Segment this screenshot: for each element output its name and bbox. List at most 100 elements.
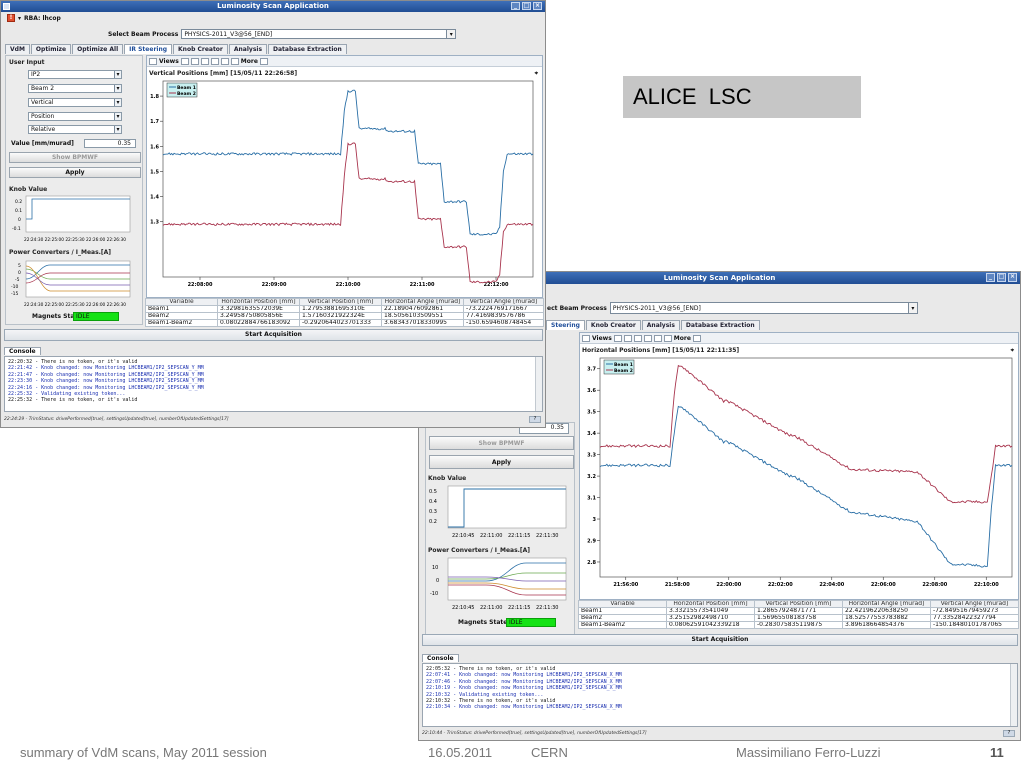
- x-tick-label: 22:09:00: [262, 282, 287, 288]
- pc-xtick: 22:11:15: [508, 605, 530, 611]
- list-icon[interactable]: [230, 57, 239, 65]
- window-titlebar[interactable]: Luminosity Scan Application _ □ ×: [1, 1, 545, 12]
- plane-select[interactable]: Vertical ▾: [28, 98, 122, 107]
- apply-button[interactable]: Apply: [9, 167, 141, 178]
- tab-knob-creator[interactable]: Knob Creator: [173, 44, 228, 54]
- table-cell: 0.08062591042339218: [666, 621, 755, 629]
- reference-value: Relative: [31, 126, 56, 133]
- views-button[interactable]: Views: [159, 58, 179, 65]
- tab-knob-creator[interactable]: Knob Creator: [585, 320, 641, 330]
- table-row: Beam1-Beam2 0.08022884766183092 -0.29206…: [145, 319, 544, 327]
- tab-database-extraction[interactable]: Database Extraction: [680, 320, 760, 330]
- apply-button[interactable]: Apply: [429, 455, 574, 469]
- status-bar: 22:24:29 - TrimStatus: drivePerformed[tr…: [4, 417, 229, 422]
- y-tick-label: 3: [593, 517, 597, 523]
- scroll-arrow-icon[interactable]: ?: [529, 416, 541, 423]
- grid-icon[interactable]: [613, 334, 622, 342]
- horizontal-position-chart: 2.8 2.9 3 3.1 3.2 3.3 3.4 3.5 3.6 3.7 21:56:00 21:5…: [587, 357, 1013, 588]
- layout-icon[interactable]: [210, 57, 219, 65]
- console-log[interactable]: 22:20:32 - There is no token, or it's va…: [4, 356, 543, 412]
- chevron-down-icon: ▾: [907, 303, 917, 313]
- views-button[interactable]: Views: [592, 335, 612, 342]
- table-header: Vertical Angle [murad]: [463, 298, 544, 306]
- console-tab[interactable]: Console: [422, 654, 459, 662]
- minimize-icon[interactable]: _: [986, 273, 995, 282]
- tab-optimize[interactable]: Optimize: [30, 44, 72, 54]
- close-icon[interactable]: ×: [533, 2, 542, 10]
- table-row: Beam2 3.24958750805856E 1.57160321922324…: [145, 312, 544, 320]
- vertical-position-plot-panel: Views More Vertical Positions [mm] [15/0…: [146, 55, 543, 298]
- pc-ytick: -10: [430, 591, 438, 597]
- show-bpmwf-button[interactable]: Show BPMWF: [429, 436, 574, 450]
- x-tick-label: 22:12:00: [484, 282, 509, 288]
- layout-icon[interactable]: [190, 57, 199, 65]
- layout-icon[interactable]: [623, 334, 632, 342]
- pin-icon[interactable]: ⌖: [535, 70, 538, 78]
- tab-steering[interactable]: Steering: [546, 320, 585, 330]
- ip-select[interactable]: IP2 ▾: [28, 70, 122, 79]
- tab-analysis[interactable]: Analysis: [228, 44, 268, 54]
- beam-process-select[interactable]: PHYSICS-2011_V3@56_[END] ▾: [181, 29, 457, 39]
- footer-org: CERN: [531, 745, 568, 760]
- chevron-down-icon: ▾: [114, 99, 121, 106]
- knob-ytick: 0: [18, 217, 21, 223]
- window-title: Luminosity Scan Application: [663, 274, 776, 282]
- close-icon[interactable]: ×: [1008, 273, 1017, 282]
- camera-icon[interactable]: [653, 334, 662, 342]
- tab-database-extraction[interactable]: Database Extraction: [268, 44, 347, 54]
- console-tab[interactable]: Console: [4, 347, 41, 355]
- lsc-window-vertical: Luminosity Scan Application _ □ × ! ▾ RB…: [0, 0, 546, 428]
- reference-select[interactable]: Relative ▾: [28, 125, 122, 134]
- x-tick-label: 21:58:00: [665, 582, 690, 588]
- layout-icon[interactable]: [643, 334, 652, 342]
- table-cell: 3.89618664854376: [842, 621, 931, 629]
- rba-menu[interactable]: ! ▾ RBA: lhcop: [7, 14, 61, 22]
- power-converters-title: Power Converters / I_Meas.[A]: [428, 547, 531, 554]
- maximize-icon[interactable]: □: [997, 273, 1006, 282]
- plot-toolbar: Views More: [147, 56, 542, 67]
- pc-ytick: 0: [436, 578, 439, 584]
- legend: Beam 1Beam 2: [603, 359, 635, 375]
- table-header: Variable: [578, 600, 667, 608]
- values-table: Variable Horizontal Position [mm] Vertic…: [145, 298, 544, 327]
- start-acquisition-button[interactable]: Start Acquisition: [4, 329, 543, 341]
- beam-process-label: Select Beam Process: [108, 30, 179, 38]
- scroll-arrow-icon[interactable]: ?: [1003, 730, 1015, 737]
- tab-vdm[interactable]: VdM: [5, 44, 30, 54]
- console-log[interactable]: 22:05:32 - There is no token, or it's va…: [422, 663, 1018, 727]
- camera-icon[interactable]: [220, 57, 229, 65]
- beam-process-select[interactable]: PHYSICS-2011_V3@56_[END] ▾: [609, 302, 918, 314]
- console-scrollbar[interactable]: [1010, 664, 1017, 726]
- tab-ir-steering[interactable]: IR Steering: [124, 44, 173, 54]
- table-cell: 22.42196220638250: [842, 607, 931, 615]
- tab-optimize-all[interactable]: Optimize All: [72, 44, 124, 54]
- views-icon[interactable]: [149, 57, 157, 65]
- layout-icon[interactable]: [633, 334, 642, 342]
- table-cell: -150.6594608748454: [463, 319, 544, 327]
- minimize-icon[interactable]: _: [511, 2, 520, 10]
- views-icon[interactable]: [582, 334, 590, 342]
- print-icon[interactable]: [259, 57, 268, 65]
- table-header: Horizontal Position [mm]: [217, 298, 300, 306]
- more-button[interactable]: More: [674, 335, 691, 342]
- y-tick-label: 2.8: [587, 560, 596, 566]
- start-acquisition-button[interactable]: Start Acquisition: [422, 634, 1018, 646]
- value-field[interactable]: 0.35: [84, 139, 136, 148]
- app-icon: [3, 3, 10, 10]
- grid-icon[interactable]: [180, 57, 189, 65]
- maximize-icon[interactable]: □: [522, 2, 531, 10]
- y-tick-label: 3.4: [587, 431, 596, 437]
- layout-icon[interactable]: [200, 57, 209, 65]
- x-tick-label: 21:56:00: [613, 582, 638, 588]
- list-icon[interactable]: [663, 334, 672, 342]
- rba-icon: !: [7, 14, 15, 22]
- x-tick-label: 22:08:00: [188, 282, 213, 288]
- show-bpmwf-button[interactable]: Show BPMWF: [9, 152, 141, 163]
- beam-select[interactable]: Beam 2 ▾: [28, 84, 122, 93]
- pin-icon[interactable]: ⌖: [1011, 347, 1014, 355]
- tab-analysis[interactable]: Analysis: [641, 320, 680, 330]
- console-scrollbar[interactable]: [535, 357, 542, 411]
- print-icon[interactable]: [692, 334, 701, 342]
- mode-select[interactable]: Position ▾: [28, 112, 122, 121]
- more-button[interactable]: More: [241, 58, 258, 65]
